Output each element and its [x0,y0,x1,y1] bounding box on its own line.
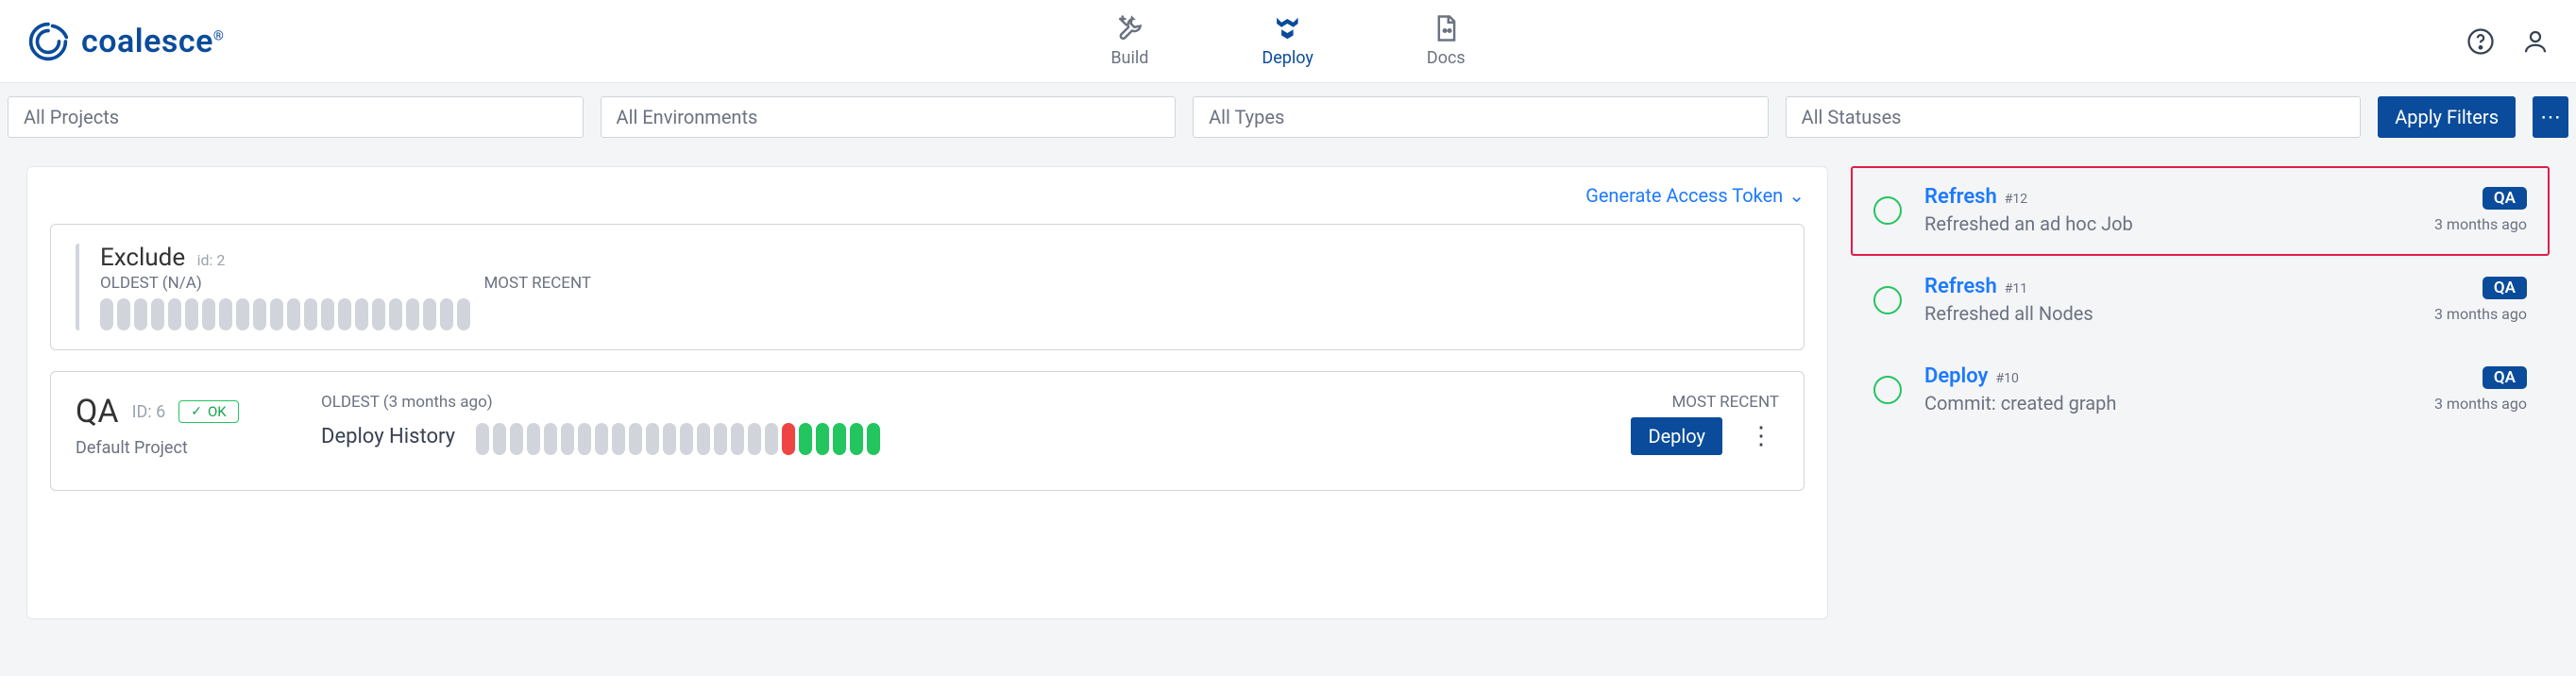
brand: coalesce® [26,20,224,63]
run-env-badge: QA [2483,366,2527,389]
qa-ok-badge: OK [178,400,238,423]
generate-token-link[interactable]: Generate Access Token ⌄ [50,184,1805,207]
deploy-button[interactable]: Deploy [1631,417,1722,455]
top-nav: Build Deploy Docs [1110,14,1465,68]
brand-logo-icon [26,20,70,63]
filter-more-button[interactable]: ⋯ [2533,96,2568,138]
run-description: Refreshed an ad hoc Job [1924,212,2412,235]
nav-build-label: Build [1110,48,1148,68]
qa-title: QA [76,393,119,431]
run-description: Commit: created graph [1924,392,2412,414]
filter-projects[interactable]: All Projects [8,96,584,138]
main: Generate Access Token ⌄ Exclude id: 2 OL… [0,151,2576,657]
qa-block: QA ID: 6 OK Default Project OLDEST (3 mo… [50,371,1805,491]
exclude-history-pills [100,298,1779,330]
run-title[interactable]: Deploy [1924,364,1988,388]
topbar-right [2466,27,2550,56]
run-time: 3 months ago [2434,215,2527,233]
qa-more-icon[interactable]: ⋮ [1743,422,1779,450]
nav-docs-label: Docs [1427,48,1466,68]
nav-build[interactable]: Build [1110,14,1148,68]
filter-row: All Projects All Environments All Types … [0,83,2576,151]
brand-name: coalesce® [81,23,224,60]
run-title[interactable]: Refresh [1924,275,1997,298]
exclude-block: Exclude id: 2 OLDEST (N/A) MOST RECENT [50,224,1805,350]
left-panel: Generate Access Token ⌄ Exclude id: 2 OL… [26,166,1828,619]
nav-docs[interactable]: Docs [1427,14,1466,68]
run-title[interactable]: Refresh [1924,185,1997,209]
runs-panel: Refresh #12 Refreshed an ad hoc Job QA 3… [1851,166,2550,435]
run-card[interactable]: Refresh #11 Refreshed all Nodes QA 3 mon… [1851,256,2550,346]
qa-id: ID: 6 [132,402,166,422]
run-env-badge: QA [2483,277,2527,299]
filter-environments[interactable]: All Environments [601,96,1177,138]
status-circle-icon [1873,286,1902,314]
run-number: #10 [1995,371,2018,386]
run-time: 3 months ago [2434,305,2527,323]
run-number: #12 [2005,192,2027,207]
filter-statuses[interactable]: All Statuses [1786,96,2362,138]
help-icon[interactable] [2466,27,2495,56]
run-time: 3 months ago [2434,395,2527,413]
apply-filters-button[interactable]: Apply Filters [2378,96,2516,138]
chevron-down-icon: ⌄ [1788,184,1805,207]
exclude-labels: OLDEST (N/A) MOST RECENT [100,274,591,293]
exclude-title: Exclude id: 2 [100,244,1779,272]
nav-deploy[interactable]: Deploy [1262,14,1313,68]
run-card[interactable]: Refresh #12 Refreshed an ad hoc Job QA 3… [1851,166,2550,256]
qa-history-label: Deploy History [321,425,455,448]
run-number: #11 [2005,281,2027,296]
filter-types[interactable]: All Types [1193,96,1769,138]
topbar: coalesce® Build Deploy Docs [0,0,2576,83]
qa-history-pills [476,423,1610,455]
status-circle-icon [1873,376,1902,404]
run-card[interactable]: Deploy #10 Commit: created graph QA 3 mo… [1851,346,2550,435]
nav-deploy-label: Deploy [1262,48,1313,68]
qa-subtitle: Default Project [76,438,283,458]
run-description: Refreshed all Nodes [1924,302,2412,325]
qa-history-labels: OLDEST (3 months ago) MOST RECENT [321,393,1779,412]
run-env-badge: QA [2483,187,2527,210]
status-circle-icon [1873,196,1902,225]
user-icon[interactable] [2521,27,2550,56]
